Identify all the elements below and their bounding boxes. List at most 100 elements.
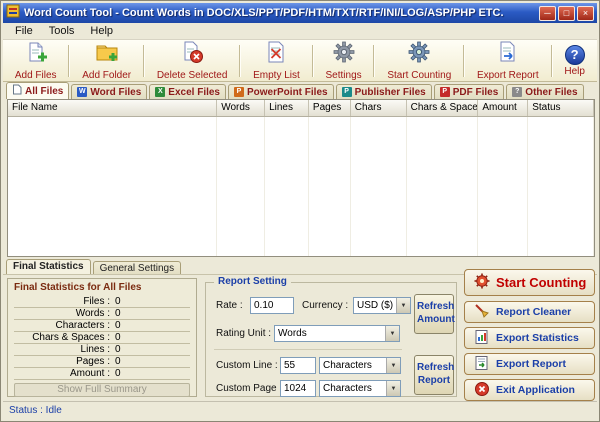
- stat-value: 0: [115, 344, 121, 355]
- toolbar-start-counting[interactable]: Start Counting: [383, 39, 455, 82]
- all-files-icon: [12, 84, 22, 98]
- button-label: Export Statistics: [496, 332, 579, 344]
- toolbar-export-report[interactable]: Export Report: [473, 39, 543, 82]
- toolbar-label: Export Report: [477, 70, 539, 81]
- minimize-icon[interactable]: ─: [539, 6, 556, 21]
- toolbar-add-files[interactable]: Add Files: [11, 39, 61, 82]
- column-header-words[interactable]: Words: [217, 100, 265, 116]
- stat-label: Amount :: [14, 368, 110, 379]
- currency-label: Currency :: [302, 300, 348, 311]
- empty-list-icon: [264, 40, 288, 69]
- settings-gear-icon: [332, 40, 356, 69]
- column-header-amount[interactable]: Amount: [478, 100, 528, 116]
- custom-page-input[interactable]: [280, 380, 316, 397]
- toolbar-empty-list[interactable]: Empty List: [249, 39, 304, 82]
- rate-input[interactable]: [250, 297, 294, 314]
- custom-line-unit-value: Characters: [320, 360, 386, 371]
- file-type-tabs: All Files W Word Files X Excel Files P P…: [6, 82, 597, 99]
- toolbar-help[interactable]: ? Help: [560, 44, 589, 78]
- column-header-chars-spaces[interactable]: Chars & Spaces: [407, 100, 479, 116]
- tab-label: All Files: [25, 86, 63, 97]
- stat-row-words: Words : 0: [14, 308, 190, 320]
- tab-label: Publisher Files: [355, 87, 426, 98]
- tab-pdf-files[interactable]: P PDF Files: [434, 84, 505, 99]
- menu-help[interactable]: Help: [82, 24, 121, 38]
- report-setting-title: Report Setting: [214, 276, 291, 287]
- currency-value: USD ($): [354, 300, 396, 311]
- toolbar-label: Settings: [326, 70, 362, 81]
- toolbar-label: Start Counting: [387, 70, 451, 81]
- stat-value: 0: [115, 368, 121, 379]
- toolbar-label: Delete Selected: [157, 70, 228, 81]
- table-column: [351, 117, 407, 256]
- close-icon[interactable]: ×: [577, 6, 594, 21]
- export-statistics-button[interactable]: Export Statistics: [464, 327, 595, 349]
- menu-file[interactable]: File: [7, 24, 41, 38]
- table-body-empty[interactable]: [8, 117, 594, 256]
- start-counting-button[interactable]: Start Counting: [464, 269, 595, 296]
- toolbar-label: Empty List: [253, 70, 300, 81]
- final-statistics-panel: Final Statistics for All Files Files : 0…: [7, 278, 197, 397]
- bottom-tabs: Final Statistics General Settings: [6, 259, 181, 275]
- status-text: Status : Idle: [9, 405, 62, 416]
- tab-final-statistics[interactable]: Final Statistics: [6, 259, 91, 275]
- custom-line-input[interactable]: [280, 357, 316, 374]
- stat-label: Pages :: [14, 356, 110, 367]
- toolbar-delete-selected[interactable]: Delete Selected: [153, 39, 232, 82]
- refresh-report-button[interactable]: Refresh Report: [414, 355, 454, 395]
- exit-application-button[interactable]: Exit Application: [464, 379, 595, 401]
- column-header-chars[interactable]: Chars: [351, 100, 407, 116]
- toolbar-separator: [143, 45, 145, 77]
- tab-label: Excel Files: [168, 87, 220, 98]
- word-file-icon: W: [77, 87, 87, 97]
- tab-general-settings[interactable]: General Settings: [93, 261, 182, 275]
- file-list-table[interactable]: File Name Words Lines Pages Chars Chars …: [7, 99, 595, 257]
- maximize-icon[interactable]: □: [558, 6, 575, 21]
- tab-label: PowerPoint Files: [247, 87, 328, 98]
- button-label: Exit Application: [496, 384, 575, 396]
- column-header-file-name[interactable]: File Name: [8, 100, 217, 116]
- toolbar-settings[interactable]: Settings: [322, 39, 366, 82]
- column-header-pages[interactable]: Pages: [309, 100, 351, 116]
- tab-publisher-files[interactable]: P Publisher Files: [336, 84, 432, 99]
- rating-unit-select[interactable]: Words ▼: [274, 325, 400, 342]
- custom-line-label: Custom Line :: [216, 360, 278, 371]
- pdf-file-icon: P: [440, 87, 450, 97]
- column-header-lines[interactable]: Lines: [265, 100, 309, 116]
- custom-page-unit-select[interactable]: Characters ▼: [319, 380, 401, 397]
- table-column: [217, 117, 265, 256]
- table-column: [8, 117, 217, 256]
- menu-tools[interactable]: Tools: [41, 24, 83, 38]
- rate-label: Rate :: [216, 300, 243, 311]
- toolbar: Add Files Add Folder Delete Selected Emp…: [3, 40, 597, 82]
- toolbar-label: Help: [564, 66, 585, 77]
- column-header-status[interactable]: Status: [528, 100, 594, 116]
- show-full-summary-button[interactable]: Show Full Summary: [14, 383, 190, 397]
- custom-line-unit-select[interactable]: Characters ▼: [319, 357, 401, 374]
- button-label: Report Cleaner: [496, 306, 571, 318]
- tab-all-files[interactable]: All Files: [6, 82, 69, 99]
- stat-row-chars-spaces: Chars & Spaces : 0: [14, 332, 190, 344]
- status-bar: Status : Idle: [3, 401, 597, 419]
- add-files-icon: [24, 40, 48, 69]
- exit-icon: [474, 381, 490, 400]
- app-window: Word Count Tool - Count Words in DOC/XLS…: [0, 0, 600, 422]
- tab-other-files[interactable]: ? Other Files: [506, 84, 583, 99]
- title-bar[interactable]: Word Count Tool - Count Words in DOC/XLS…: [3, 3, 597, 23]
- tab-label: PDF Files: [453, 87, 499, 98]
- toolbar-add-folder[interactable]: Add Folder: [78, 39, 135, 82]
- tab-powerpoint-files[interactable]: P PowerPoint Files: [228, 84, 334, 99]
- stat-value: 0: [115, 320, 121, 331]
- report-cleaner-button[interactable]: Report Cleaner: [464, 301, 595, 323]
- refresh-amount-button[interactable]: Refresh Amount: [414, 294, 454, 334]
- rating-unit-value: Words: [275, 328, 385, 339]
- currency-select[interactable]: USD ($) ▼: [353, 297, 411, 314]
- add-folder-icon: [95, 40, 119, 69]
- chevron-down-icon: ▼: [386, 358, 400, 373]
- tab-excel-files[interactable]: X Excel Files: [149, 84, 226, 99]
- toolbar-label: Add Files: [15, 70, 57, 81]
- broom-icon: [474, 303, 490, 322]
- export-report-button[interactable]: Export Report: [464, 353, 595, 375]
- tab-word-files[interactable]: W Word Files: [71, 84, 147, 99]
- other-file-icon: ?: [512, 87, 522, 97]
